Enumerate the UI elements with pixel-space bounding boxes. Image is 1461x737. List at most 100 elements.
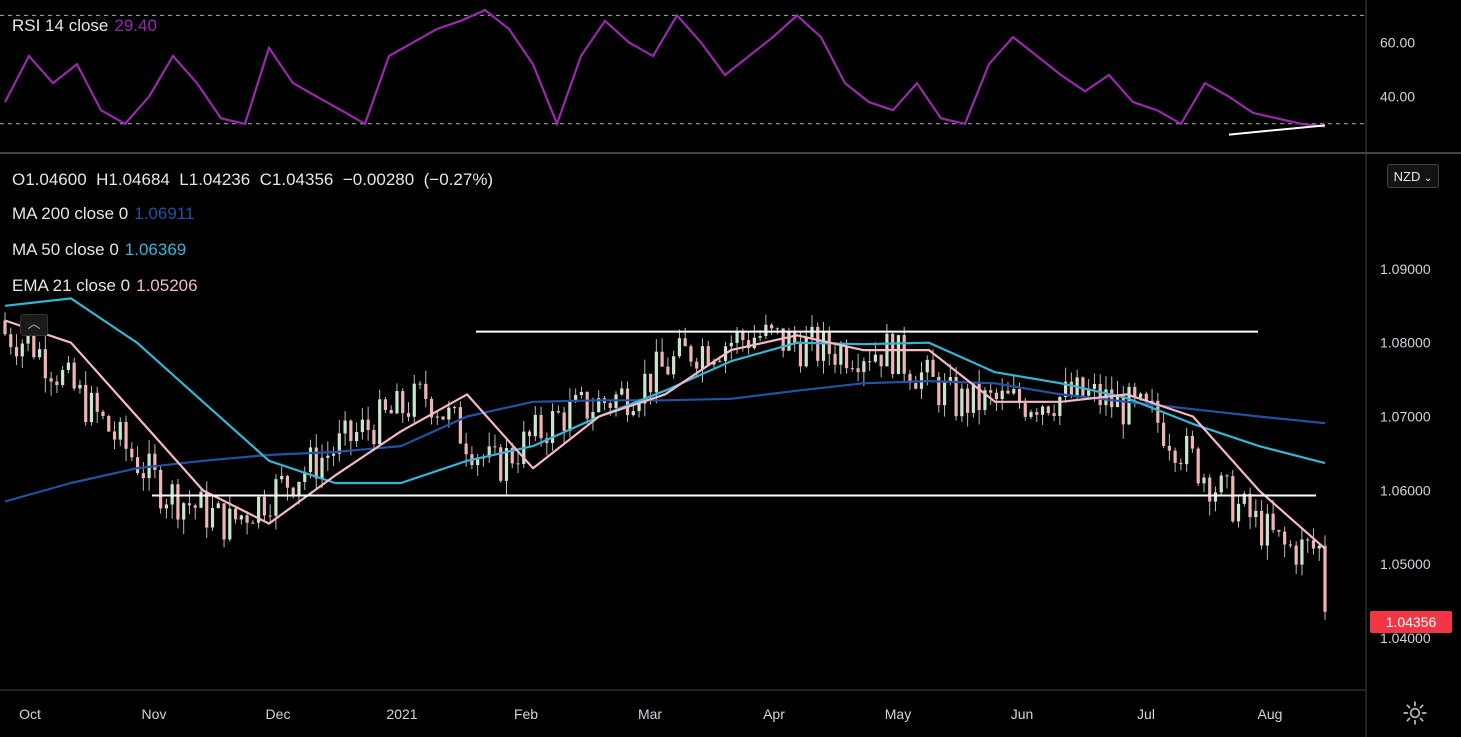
candle	[850, 360, 854, 372]
support-resistance-lines[interactable]	[152, 330, 1316, 497]
candle	[285, 474, 290, 501]
ema21-legend[interactable]: EMA 21 close 0 1.05206	[12, 276, 198, 296]
candle	[597, 390, 601, 413]
candle	[135, 446, 140, 476]
candle	[1259, 500, 1264, 550]
candle	[533, 405, 537, 442]
rsi-line	[4, 8, 1326, 128]
rsi-tick-label: 60.00	[1380, 35, 1415, 51]
candle	[9, 327, 13, 355]
candle	[683, 327, 687, 347]
candle	[1306, 537, 1310, 553]
candle	[856, 353, 860, 382]
price-tick-label: 1.05000	[1380, 556, 1431, 572]
candle	[1288, 540, 1293, 548]
candle	[55, 375, 59, 394]
candle	[245, 511, 249, 535]
candle	[579, 386, 584, 399]
candle	[625, 381, 630, 422]
time-tick-label: Apr	[763, 706, 785, 722]
candle	[677, 329, 682, 359]
candle	[862, 357, 866, 387]
candle	[159, 465, 163, 514]
time-tick-label: Oct	[19, 706, 41, 722]
ma50-line	[4, 297, 1326, 485]
candle	[591, 397, 595, 431]
ma200-legend[interactable]: MA 200 close 0 1.06911	[12, 204, 194, 224]
ma50-legend[interactable]: MA 50 close 0 1.06369	[12, 240, 186, 260]
candle	[660, 338, 664, 367]
gear-icon[interactable]	[1402, 700, 1428, 726]
last-price-label: 1.04356	[1370, 611, 1452, 633]
candle	[989, 381, 993, 405]
candle	[602, 395, 607, 411]
candle	[937, 372, 941, 413]
candle	[441, 416, 445, 421]
candle	[239, 514, 243, 525]
candle	[1173, 447, 1177, 473]
candle	[954, 367, 958, 421]
candle	[251, 520, 255, 524]
candle	[43, 335, 47, 393]
ma50-legend-label: MA 50 close 0	[12, 240, 119, 259]
candle	[72, 357, 76, 391]
candle	[764, 314, 768, 340]
candle	[84, 371, 88, 426]
ma200-legend-value: 1.06911	[134, 204, 195, 223]
candle	[770, 323, 774, 336]
candle	[401, 388, 405, 423]
candle	[205, 481, 209, 538]
candle	[873, 342, 877, 363]
collapse-legend-button[interactable]: ︿	[20, 314, 48, 336]
time-tick-label: May	[885, 706, 911, 722]
candle	[326, 441, 330, 471]
axes: 60.00 40.00 1.09000 1.08000 1.07000 1.06000 1.…	[19, 35, 1431, 723]
candle	[966, 384, 970, 427]
candle	[216, 500, 220, 509]
candle	[1236, 494, 1241, 528]
candle	[556, 405, 560, 414]
candle	[26, 333, 30, 351]
candle	[504, 439, 509, 496]
candle	[585, 391, 589, 424]
candle	[891, 331, 895, 379]
candle	[274, 474, 278, 530]
candle	[942, 373, 947, 417]
candle	[355, 422, 359, 447]
candle	[61, 365, 65, 388]
candle	[453, 405, 457, 414]
candle	[170, 480, 174, 519]
candle	[672, 350, 676, 379]
candle	[879, 354, 883, 378]
candle	[614, 391, 618, 417]
currency-selector[interactable]: NZD ⌄	[1387, 164, 1439, 188]
rsi-tick-label: 40.00	[1380, 89, 1415, 105]
candle	[49, 371, 53, 396]
candle	[908, 370, 912, 391]
candle	[1311, 528, 1316, 555]
candle	[493, 434, 497, 454]
candle	[1040, 404, 1045, 425]
rsi-trendline[interactable]	[1228, 124, 1326, 136]
candle	[78, 379, 82, 394]
candle	[666, 357, 670, 376]
candle	[366, 406, 370, 441]
time-tick-label: Jul	[1137, 706, 1155, 722]
candle	[303, 466, 307, 490]
candle	[1098, 374, 1102, 414]
candle	[308, 439, 313, 479]
time-tick-label: 2021	[386, 706, 417, 722]
candle	[210, 495, 215, 531]
ema21-legend-label: EMA 21 close 0	[12, 276, 131, 295]
candle	[112, 421, 117, 450]
candle	[470, 446, 474, 470]
candle	[1277, 529, 1281, 537]
candle	[1029, 409, 1033, 420]
candle	[1219, 472, 1223, 495]
candle	[706, 340, 710, 366]
candle	[118, 417, 122, 447]
candle	[1300, 528, 1304, 576]
candle	[643, 359, 647, 417]
time-tick-label: Nov	[142, 706, 167, 722]
candle	[429, 396, 434, 425]
